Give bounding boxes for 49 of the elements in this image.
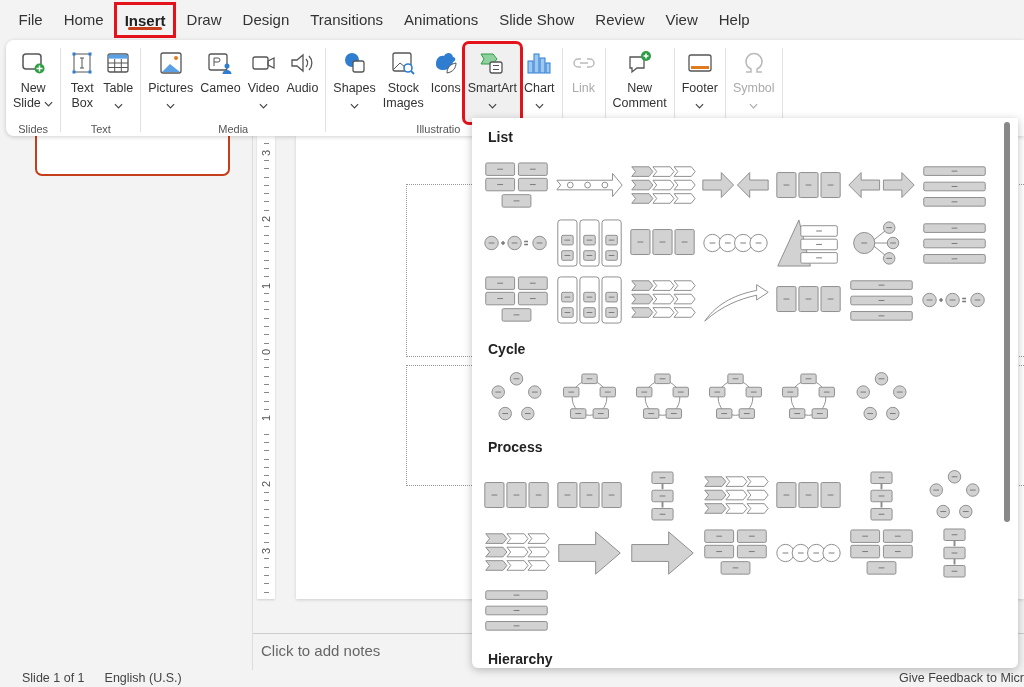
menu-tab[interactable]: Design <box>232 0 300 38</box>
section-heading: Hierarchy <box>488 650 553 668</box>
menu-tab[interactable]: Review <box>584 0 655 38</box>
section-heading: Cycle <box>488 340 526 358</box>
notes-field[interactable]: Click to add notes <box>261 641 451 659</box>
caret-icon <box>259 103 268 109</box>
ribbon-button[interactable]: Icons <box>427 44 464 122</box>
section-heading: Process <box>488 438 543 456</box>
menu-tab[interactable]: File <box>8 0 54 38</box>
menu-tab[interactable]: Slide Show <box>488 0 585 38</box>
ribbon-button[interactable]: New Slide <box>10 44 57 122</box>
ribbon-button[interactable]: Chart <box>520 44 558 122</box>
caret-icon <box>166 103 176 109</box>
ribbon-button[interactable]: New Comment <box>609 44 670 122</box>
slide-thumbnail[interactable] <box>35 134 230 176</box>
ribbon-button[interactable]: Video <box>244 44 283 122</box>
caret-icon <box>350 103 360 109</box>
ribbon-button[interactable]: Audio <box>283 44 322 122</box>
menu-tab[interactable]: View <box>655 0 709 38</box>
group-label: Text <box>89 122 112 136</box>
ribbon-button[interactable]: Shapes <box>330 44 379 122</box>
feedback-link[interactable]: Give Feedback to Micr <box>898 670 1024 687</box>
status-text: English (U.S.) <box>104 670 182 687</box>
section-heading: List <box>488 128 513 146</box>
menu-tab[interactable]: Home <box>53 0 115 38</box>
ribbon-button[interactable]: Pictures <box>145 44 197 122</box>
caret-icon <box>695 103 705 109</box>
group-label: Slides <box>17 122 50 136</box>
menu-tab[interactable]: Draw <box>176 0 233 38</box>
ribbon-button[interactable]: Cameo <box>197 44 244 122</box>
ribbon-button[interactable]: SmartArt <box>464 44 520 122</box>
caret-icon <box>487 103 497 109</box>
ribbon-button[interactable]: Text Box <box>65 44 100 122</box>
menu-tab[interactable]: Insert <box>114 2 177 38</box>
ribbon-button[interactable]: Table <box>100 44 137 122</box>
caret-icon <box>44 101 54 107</box>
status-text: Slide 1 of 1 <box>22 670 85 687</box>
caret-icon <box>534 103 544 109</box>
caret-icon <box>749 103 759 109</box>
ruler-number: 3 <box>259 147 273 159</box>
group-label: Media <box>217 122 250 136</box>
scrollbar[interactable] <box>1004 122 1010 522</box>
menu-tab[interactable]: Help <box>708 0 761 38</box>
caret-icon <box>113 103 123 109</box>
menu-tab[interactable]: Transitions <box>299 0 394 38</box>
menu-tab[interactable]: Animations <box>393 0 489 38</box>
ribbon-button[interactable]: Footer <box>678 44 721 122</box>
group-label: Illustratio <box>415 122 462 136</box>
ribbon-button[interactable]: Stock Images <box>379 44 427 122</box>
